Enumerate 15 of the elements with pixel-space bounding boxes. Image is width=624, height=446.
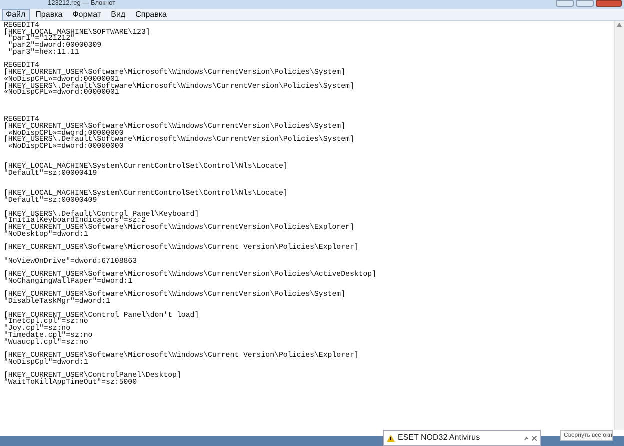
notification-title: ESET NOD32 Antivirus [398, 433, 482, 443]
close-button[interactable] [596, 0, 622, 7]
menu-item[interactable]: Правка [32, 8, 67, 20]
scrollbar[interactable] [614, 21, 624, 430]
menu-item[interactable]: Файл [2, 8, 30, 20]
notification-popup[interactable]: ESET NOD32 Antivirus [383, 430, 541, 446]
menu-item[interactable]: Справка [132, 8, 171, 20]
close-icon[interactable] [532, 436, 537, 440]
menu-item[interactable]: Вид [107, 8, 130, 20]
minimize-button[interactable] [556, 0, 574, 7]
scroll-up-icon[interactable] [617, 23, 622, 27]
menu-item[interactable]: Формат [68, 8, 106, 20]
warning-icon [387, 434, 395, 442]
maximize-button[interactable] [576, 0, 594, 7]
pin-icon[interactable] [524, 436, 529, 440]
